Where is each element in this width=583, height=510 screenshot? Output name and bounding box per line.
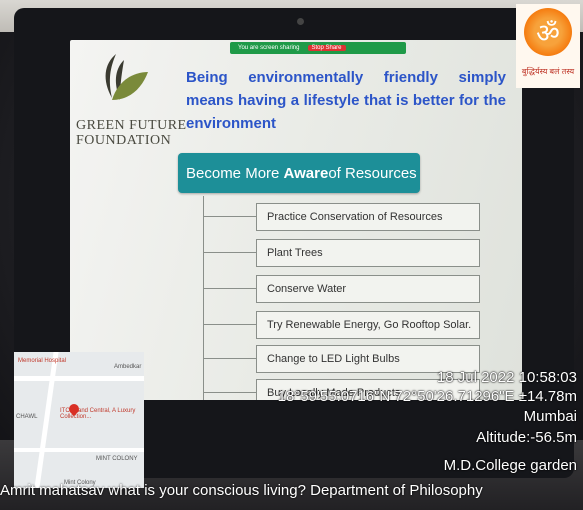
emblem-motto: बुद्धिर्यस्य बलं तस्य <box>521 67 575 76</box>
org-name-line2: FOUNDATION <box>76 133 172 148</box>
tree-tick <box>204 216 256 217</box>
tree-connector <box>203 196 204 400</box>
banner-bold: Aware <box>283 164 329 182</box>
list-item: Try Renewable Energy, Go Rooftop Solar. <box>256 311 480 339</box>
tree-tick <box>204 392 256 393</box>
share-bar-label: You are screen sharing <box>238 45 300 51</box>
photo: You are screen sharing Stop Share GREEN … <box>0 0 583 510</box>
map-label: MINT COLONY <box>96 456 138 462</box>
laptop-screen: You are screen sharing Stop Share GREEN … <box>70 40 522 400</box>
emblem: ॐ बुद्धिर्यस्य बलं तस्य <box>516 4 580 88</box>
list-item: Plant Trees <box>256 239 480 267</box>
tree-tick <box>204 252 256 253</box>
overlay-caption: Amrit mahatsav what is your conscious li… <box>0 482 483 499</box>
map-label: Memorial Hospital <box>18 358 67 364</box>
slide-headline: Being environmentally friendly simply me… <box>186 69 506 132</box>
screen-share-bar[interactable]: You are screen sharing Stop Share <box>230 42 406 54</box>
map-road <box>14 376 144 381</box>
banner-pre: Become More <box>186 164 280 182</box>
stop-share-button[interactable]: Stop Share <box>307 45 346 51</box>
banner-post: of Resources <box>328 164 417 182</box>
map-label: Ambedkar <box>114 364 142 370</box>
webcam-icon <box>297 18 304 25</box>
map-label: CHAWL <box>16 414 38 420</box>
overlay-coords: 18°59'55.0716"N 72°50'26.71296"E ±14.78m <box>277 388 577 405</box>
org-name-line1: GREEN FUTURE <box>76 118 187 133</box>
tree-tick <box>204 324 256 325</box>
leaf-logo-icon <box>105 54 148 100</box>
tree-tick <box>204 288 256 289</box>
section-banner: Become More Aware of Resources <box>178 153 420 193</box>
map-road <box>34 352 59 488</box>
overlay-place: M.D.College garden <box>443 457 577 474</box>
overlay-altitude: Altitude:-56.5m <box>476 429 577 446</box>
map-road <box>14 448 144 452</box>
overlay-datetime: 18 Jul 2022 10:58:03 <box>436 369 577 386</box>
location-map-inset: Memorial Hospital Ambedkar ITC Grand Cen… <box>14 352 144 488</box>
om-icon: ॐ <box>524 8 572 56</box>
list-item: Practice Conservation of Resources <box>256 203 480 231</box>
list-item: Conserve Water <box>256 275 480 303</box>
overlay-city: Mumbai <box>523 408 577 425</box>
tree-tick <box>204 358 256 359</box>
